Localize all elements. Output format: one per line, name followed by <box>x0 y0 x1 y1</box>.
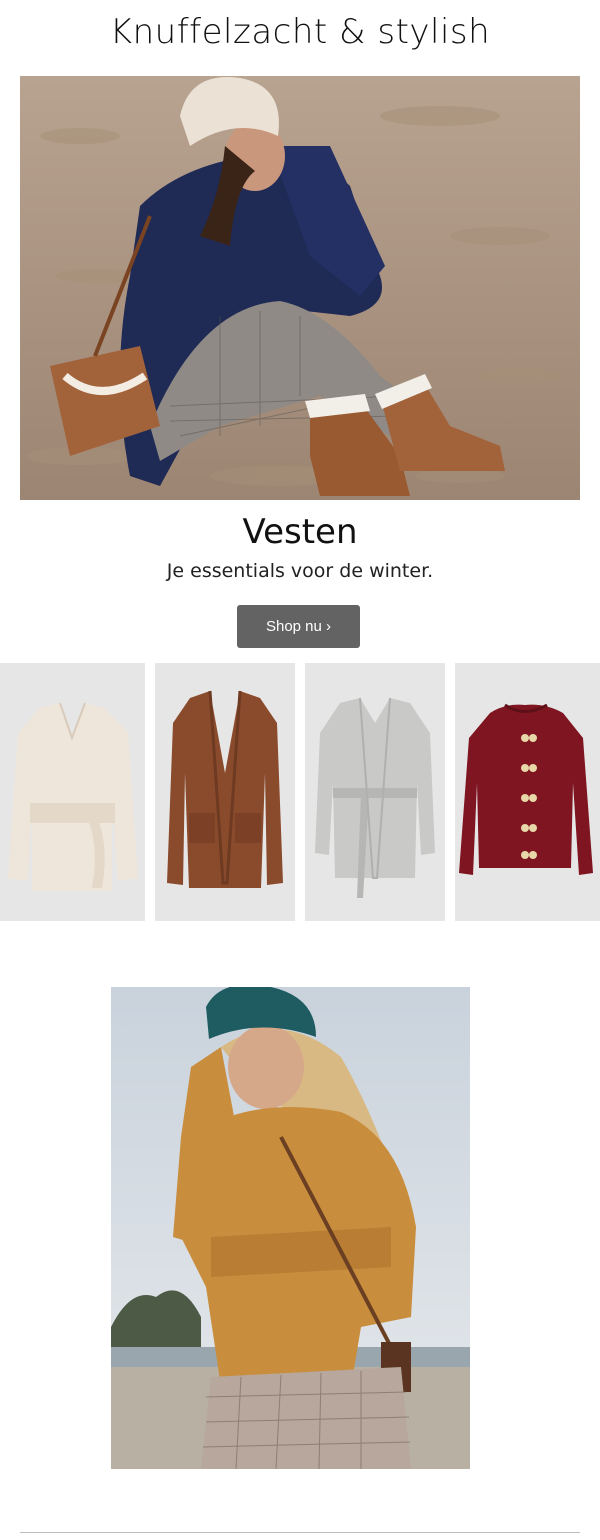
cream-cardigan-image <box>8 702 138 891</box>
brown-cardigan-image <box>167 690 283 888</box>
product-tile-cream-cardigan[interactable] <box>0 663 145 921</box>
grey-cardigan-image <box>315 697 435 898</box>
product-tile-grey-cardigan[interactable] <box>305 663 445 921</box>
hero-image[interactable] <box>20 76 580 500</box>
lifestyle-photo <box>111 987 470 1469</box>
divider <box>20 1532 580 1533</box>
hero-photo <box>20 76 580 500</box>
burgundy-cardigan-image <box>459 703 593 875</box>
section-title: Vesten <box>242 512 358 552</box>
product-tile-brown-cardigan[interactable] <box>155 663 295 921</box>
product-tile-burgundy-cardigan[interactable] <box>455 663 600 921</box>
lifestyle-image[interactable] <box>111 987 470 1469</box>
shop-now-button[interactable]: Shop nu › <box>237 605 360 648</box>
section-subtitle: Je essentials voor de winter. <box>166 560 434 582</box>
headline: Knuffelzacht & stylish <box>109 12 491 52</box>
